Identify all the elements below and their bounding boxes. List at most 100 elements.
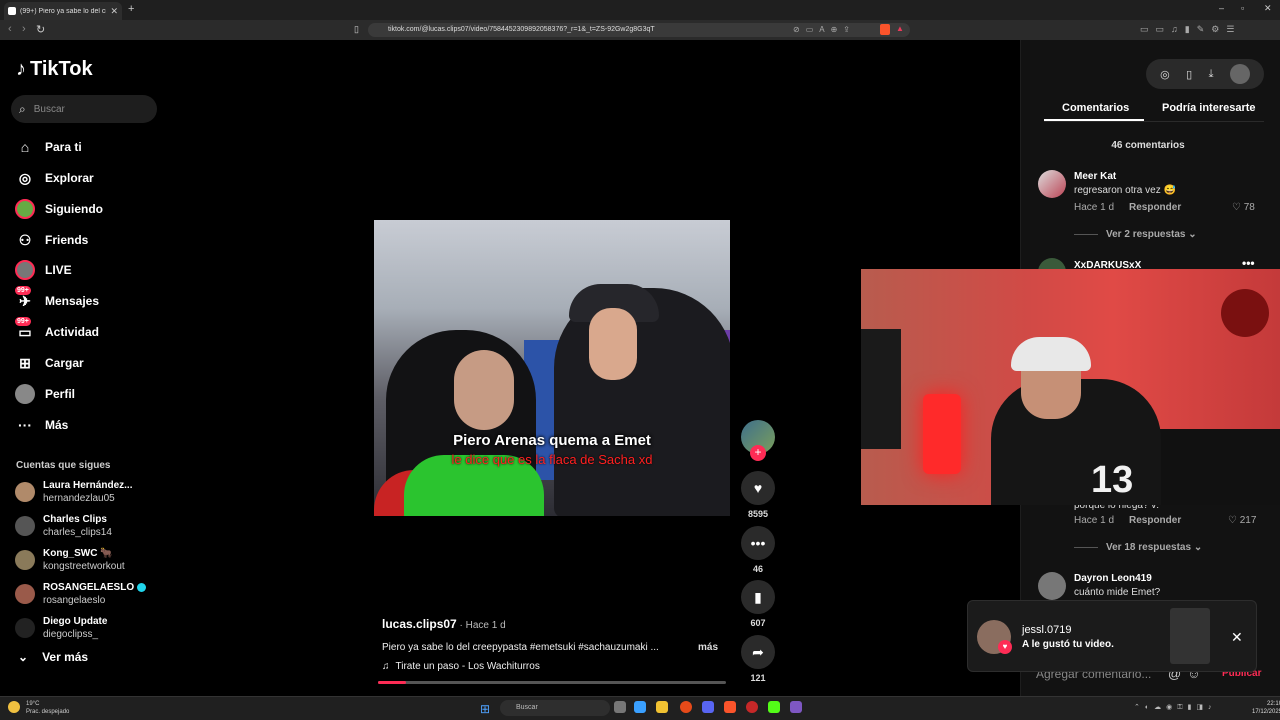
app-icon[interactable] bbox=[680, 701, 692, 713]
forward-icon[interactable]: › bbox=[22, 23, 26, 35]
messages-icon: ✈ 99+ bbox=[15, 286, 31, 309]
sidebar-item-siguiendo[interactable]: Siguiendo bbox=[15, 197, 165, 221]
sidebar-item-explorar[interactable]: ◎ Explorar bbox=[15, 166, 165, 190]
comment-count: 46 bbox=[752, 564, 763, 574]
compass-icon[interactable]: ◎ bbox=[1160, 68, 1170, 81]
music-title: Tirate un paso - Los Wachiturros bbox=[395, 661, 540, 672]
replies-line bbox=[1074, 233, 1098, 235]
account-avatar bbox=[15, 618, 35, 638]
following-account[interactable]: Laura Hernández... hernandezlau05 bbox=[15, 477, 165, 507]
music-link[interactable]: ♫ Tirate un paso - Los Wachiturros bbox=[382, 661, 540, 672]
tab-comments[interactable]: Comentarios bbox=[1062, 102, 1129, 114]
save-action[interactable]: ▮ 607 bbox=[740, 580, 776, 628]
commenter-avatar[interactable] bbox=[1038, 572, 1066, 600]
view-replies[interactable]: Ver 18 respuestas ⌄ bbox=[1074, 542, 1202, 553]
new-tab-button[interactable]: + bbox=[128, 3, 134, 15]
comment-action[interactable]: ••• 46 bbox=[740, 526, 776, 574]
person-hoodie bbox=[554, 288, 730, 516]
reply-button[interactable]: Responder bbox=[1129, 202, 1181, 213]
like-action[interactable]: ♥ 8595 bbox=[740, 471, 776, 519]
video-player[interactable]: Piero Arenas quema a Emet le dice que es… bbox=[374, 220, 730, 516]
account-name-text: ROSANGELAESLO bbox=[43, 582, 135, 593]
reload-icon[interactable]: ↻ bbox=[36, 23, 45, 36]
commenter-name[interactable]: Dayron Leon419 bbox=[1074, 573, 1152, 584]
commenter-name[interactable]: Meer Kat bbox=[1074, 171, 1116, 182]
discord-icon[interactable] bbox=[702, 701, 714, 713]
taskbar-search[interactable]: Buscar bbox=[500, 700, 610, 716]
sidebar-item-más[interactable]: ··· Más bbox=[15, 413, 165, 437]
weather-icon bbox=[8, 701, 20, 713]
account-avatar bbox=[15, 516, 35, 536]
app-icon-3[interactable] bbox=[790, 701, 802, 713]
browser-tab[interactable]: (99+) Piero ya sabe lo del creep... ✕ bbox=[4, 2, 122, 20]
following-avatar-icon bbox=[15, 199, 35, 219]
search-input[interactable]: ⌕ Buscar bbox=[11, 95, 157, 123]
follow-plus-icon[interactable]: + bbox=[750, 445, 766, 461]
download-icon[interactable]: ⤓ bbox=[1209, 68, 1214, 81]
video-progress-bar[interactable] bbox=[378, 681, 726, 684]
file-explorer-icon[interactable] bbox=[656, 701, 668, 713]
system-tray[interactable]: ⌃◐☁◉⚿▮◨♪ bbox=[1134, 703, 1217, 712]
author-name[interactable]: lucas.clips07 bbox=[382, 617, 457, 631]
sidebar-item-live[interactable]: LIVE bbox=[15, 258, 165, 282]
following-account[interactable]: Kong_SWC 🐂 kongstreetworkout bbox=[15, 545, 165, 575]
app-icon-2[interactable] bbox=[746, 701, 758, 713]
reply-button[interactable]: Responder bbox=[1129, 515, 1181, 526]
close-icon[interactable]: ✕ bbox=[1231, 629, 1243, 646]
sidebar-item-perfil[interactable]: Perfil bbox=[15, 382, 165, 406]
chevron-down-icon: ⌄ bbox=[1193, 542, 1203, 553]
tab-divider bbox=[1044, 121, 1264, 122]
maximize-button[interactable]: ▫ bbox=[1241, 3, 1244, 13]
active-tab-indicator bbox=[1044, 119, 1144, 121]
brave-icon[interactable] bbox=[724, 701, 736, 713]
tab-close-icon[interactable]: ✕ bbox=[110, 6, 118, 17]
following-account[interactable]: ROSANGELAESLO rosangelaeslo bbox=[15, 579, 165, 609]
taskbar-clock[interactable]: 22:10 17/12/2025 bbox=[1252, 700, 1280, 716]
save-count: 607 bbox=[750, 618, 766, 628]
minimize-button[interactable]: – bbox=[1219, 3, 1224, 13]
more-options-icon[interactable]: ••• bbox=[1242, 256, 1255, 270]
sidebar-item-para-ti[interactable]: ⌂ Para ti bbox=[15, 135, 165, 159]
share-icon[interactable]: ➦ bbox=[741, 635, 775, 669]
heart-icon[interactable]: ♥ bbox=[741, 471, 775, 505]
comment-like-count: 217 bbox=[1239, 515, 1257, 526]
commenter-avatar[interactable] bbox=[1038, 170, 1066, 198]
sidebar-item-cargar[interactable]: ⊞ Cargar bbox=[15, 351, 165, 375]
heart-outline-icon: ♡ bbox=[1228, 515, 1237, 526]
account-name-text: Diego Update bbox=[43, 616, 108, 627]
sidebar-item-actividad[interactable]: ▭ 99+ Actividad bbox=[15, 317, 165, 344]
share-action[interactable]: ➦ 121 bbox=[740, 635, 776, 683]
sidebar-item-friends[interactable]: ⚇ Friends bbox=[15, 228, 165, 252]
sidebar-item-label: Cargar bbox=[45, 356, 84, 370]
bookmark-icon[interactable]: ▮ bbox=[741, 580, 775, 614]
view-replies[interactable]: Ver 2 respuestas ⌄ bbox=[1074, 229, 1197, 240]
task-view-icon[interactable] bbox=[614, 701, 626, 713]
video-author[interactable]: lucas.clips07 · Hace 1 d bbox=[382, 617, 506, 631]
tiktok-logo[interactable]: ♪ TikTok bbox=[16, 58, 93, 81]
red-lamp bbox=[923, 394, 961, 474]
windows-start-icon[interactable]: ⊞ bbox=[480, 702, 490, 716]
following-account[interactable]: Diego Update diegoclipss_ bbox=[15, 613, 165, 643]
toolbar-icons[interactable]: ▭▭♫▮✎⚙☰ bbox=[1140, 24, 1241, 35]
copilot-icon[interactable] bbox=[634, 701, 646, 713]
close-window-button[interactable]: ✕ bbox=[1264, 3, 1272, 14]
brave-shield-icon[interactable] bbox=[880, 24, 890, 35]
tab-recommended[interactable]: Podría interesarte bbox=[1162, 102, 1256, 114]
url-action-icons[interactable]: ⊘▭A⊕⇪ bbox=[793, 25, 856, 34]
brave-rewards-icon[interactable]: ▲ bbox=[896, 24, 904, 33]
user-avatar[interactable] bbox=[1229, 64, 1250, 84]
weather-widget[interactable]: 19°C Prac. despejado bbox=[26, 700, 69, 716]
more-icon: ··· bbox=[18, 417, 32, 433]
back-icon[interactable]: ‹ bbox=[8, 23, 12, 35]
bookmark-icon[interactable]: ▯ bbox=[354, 24, 359, 35]
comment-icon[interactable]: ••• bbox=[741, 526, 775, 560]
phone-icon[interactable]: ▯ bbox=[1186, 68, 1192, 81]
more-button[interactable]: más bbox=[698, 642, 718, 653]
following-account[interactable]: Charles Clips charles_clips14 bbox=[15, 511, 165, 541]
kick-icon[interactable] bbox=[768, 701, 780, 713]
account-name-text: Laura Hernández... bbox=[43, 480, 133, 491]
sidebar-item-mensajes[interactable]: ✈ 99+ Mensajes bbox=[15, 286, 165, 313]
see-more-button[interactable]: ⌄ Ver más bbox=[18, 650, 88, 664]
comment-like[interactable]: ♡ 78 bbox=[1232, 202, 1255, 213]
comment-like[interactable]: ♡ 217 bbox=[1228, 515, 1256, 526]
